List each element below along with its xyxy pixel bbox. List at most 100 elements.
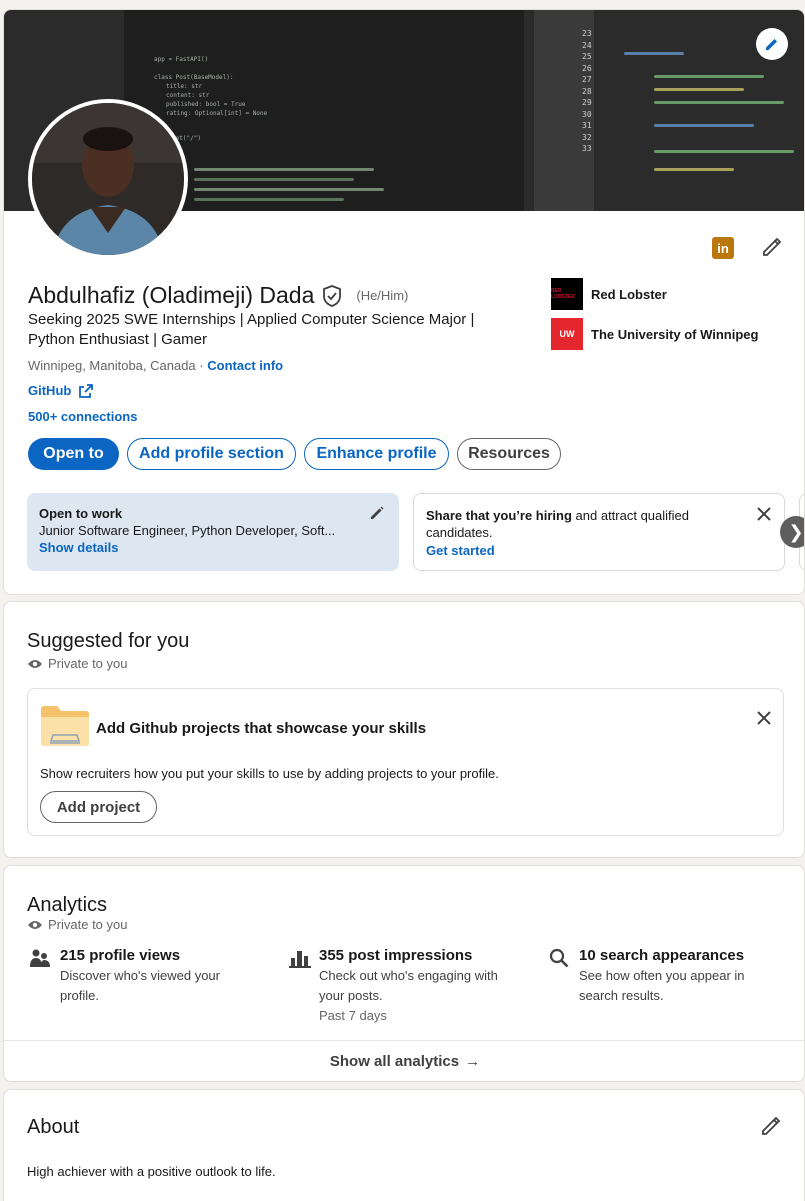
code-line-2: class Post(BaseModel): <box>154 74 234 81</box>
suggestion-title: Add Github projects that showcase your s… <box>96 720 427 737</box>
suggested-card: Suggested for you Private to you Add Git… <box>3 601 805 858</box>
red-lobster-logo-text: RED LOBSTER <box>551 288 575 300</box>
github-link-row[interactable]: GitHub <box>28 383 94 398</box>
enhance-profile-button[interactable]: Enhance profile <box>304 438 449 470</box>
company-red-lobster[interactable]: RED LOBSTER Red Lobster <box>551 278 667 310</box>
share-hiring-card[interactable]: Share that you’re hiring and attract qua… <box>413 493 785 571</box>
open-to-button[interactable]: Open to <box>28 438 119 470</box>
separator: · <box>199 358 204 373</box>
eye-icon <box>28 920 42 929</box>
line-number: 23 <box>582 29 592 38</box>
search-appearances-stat[interactable]: 10 search appearances See how often you … <box>547 946 787 1006</box>
about-text: High achiever with a positive outlook to… <box>27 1164 276 1179</box>
code-line-6: rating: Optional[int] = None <box>166 110 268 117</box>
location-row: Winnipeg, Manitoba, Canada · Contact inf… <box>28 358 283 373</box>
private-indicator: Private to you <box>27 917 128 932</box>
line-number: 32 <box>582 132 592 142</box>
pencil-icon <box>766 39 777 50</box>
profile-photo-image <box>32 103 184 255</box>
edit-intro-button[interactable] <box>760 235 784 259</box>
github-link[interactable]: GitHub <box>28 383 71 398</box>
uwinnipeg-logo: UW <box>551 318 583 350</box>
verified-shield-icon[interactable] <box>322 284 342 307</box>
location-text: Winnipeg, Manitoba, Canada <box>28 358 196 373</box>
add-project-button[interactable]: Add project <box>40 791 157 823</box>
profile-photo[interactable] <box>28 99 188 259</box>
red-lobster-logo: RED LOBSTER <box>551 278 583 310</box>
share-hiring-bold: Share that you’re hiring <box>426 508 572 523</box>
about-title: About <box>27 1116 80 1138</box>
pronouns: (He/Him) <box>356 288 409 303</box>
analytics-card: Analytics Private to you 215 profile vie… <box>3 865 805 1082</box>
show-all-label: Show all analytics <box>329 1053 460 1070</box>
stat-title: 215 profile views <box>60 947 181 964</box>
stat-description: Check out who's engaging with your posts… <box>319 968 498 1003</box>
about-card: About High achiever with a positive outl… <box>3 1089 805 1201</box>
connections-link-row[interactable]: 500+ connections <box>28 409 137 424</box>
school-name: The University of Winnipeg <box>591 326 759 342</box>
close-icon[interactable] <box>757 711 771 725</box>
company-name: Red Lobster <box>591 286 667 302</box>
stat-description: Discover who's viewed your profile. <box>60 968 220 1003</box>
profile-views-stat[interactable]: 215 profile views Discover who's viewed … <box>28 946 268 1006</box>
arrow-right-icon: → <box>465 1053 481 1070</box>
private-text: Private to you <box>48 656 128 671</box>
stat-title: 10 search appearances <box>579 947 745 964</box>
chevron-right-icon: ❯ <box>788 521 804 542</box>
profile-top-card: app = FastAPI() class Post(BaseModel): t… <box>3 9 805 595</box>
eye-icon <box>28 659 42 668</box>
external-link-icon <box>79 383 94 398</box>
add-profile-section-button[interactable]: Add profile section <box>127 438 296 470</box>
banner-line-numbers: 23 24 25 26 27 28 29 30 31 32 33 <box>582 28 592 155</box>
suggestion-box: Add Github projects that showcase your s… <box>27 688 784 836</box>
search-icon <box>549 948 569 968</box>
profile-name-row: Abdulhafiz (Oladimeji) Dada (He/Him) <box>28 282 408 309</box>
company-uwinnipeg[interactable]: UW The University of Winnipeg <box>551 318 758 350</box>
edit-banner-button[interactable] <box>756 28 788 60</box>
show-all-analytics-button[interactable]: Show all analytics → <box>4 1040 804 1081</box>
stat-description: See how often you appear in search resul… <box>579 968 745 1003</box>
open-to-work-roles: Junior Software Engineer, Python Develop… <box>39 523 336 538</box>
line-number: 33 <box>582 144 592 153</box>
code-line-3: title: str <box>166 83 203 90</box>
get-started-link[interactable]: Get started <box>426 542 772 559</box>
line-number: 27 <box>582 75 592 84</box>
folder-icon <box>41 706 89 746</box>
line-number: 25 <box>582 52 592 61</box>
open-to-work-title: Open to work <box>39 506 123 521</box>
line-number: 28 <box>582 86 592 96</box>
show-details-link[interactable]: Show details <box>39 540 387 555</box>
uwinnipeg-logo-text: UW <box>559 329 575 339</box>
carousel-next-button[interactable]: ❯ <box>780 516 804 548</box>
private-text: Private to you <box>48 917 128 932</box>
stat-title: 355 post impressions <box>319 947 473 964</box>
connections-link[interactable]: 500+ connections <box>28 409 137 424</box>
code-line-5: published: bool = True <box>166 101 246 108</box>
bar-chart-icon <box>289 951 311 968</box>
pencil-icon <box>763 237 782 256</box>
line-number: 26 <box>582 63 592 73</box>
share-hiring-text: Share that you’re hiring and attract qua… <box>426 507 736 541</box>
profile-name: Abdulhafiz (Oladimeji) Dada <box>28 282 315 308</box>
line-number: 29 <box>582 98 592 107</box>
resources-button[interactable]: Resources <box>457 438 561 470</box>
analytics-title: Analytics <box>27 894 108 916</box>
pencil-icon[interactable] <box>369 505 385 521</box>
code-line-1: app = FastAPI() <box>154 56 209 63</box>
suggestion-description: Show recruiters how you put your skills … <box>40 766 499 781</box>
line-number: 30 <box>582 109 592 119</box>
contact-info-link[interactable]: Contact info <box>207 358 283 373</box>
pencil-icon[interactable] <box>759 1114 783 1138</box>
private-indicator: Private to you <box>27 656 128 671</box>
suggested-title: Suggested for you <box>27 630 190 652</box>
linkedin-badge[interactable]: in <box>712 237 734 259</box>
stat-subtext: Past 7 days <box>319 1008 387 1023</box>
post-impressions-stat[interactable]: 355 post impressions Check out who's eng… <box>287 946 537 1026</box>
banner-terminal <box>194 158 394 211</box>
open-to-work-card[interactable]: Open to work Junior Software Engineer, P… <box>27 493 399 571</box>
line-number: 31 <box>582 121 592 130</box>
line-number: 24 <box>582 40 592 50</box>
close-icon[interactable] <box>757 507 771 521</box>
code-line-4: content: str <box>166 92 210 99</box>
linkedin-icon: in <box>717 240 729 256</box>
